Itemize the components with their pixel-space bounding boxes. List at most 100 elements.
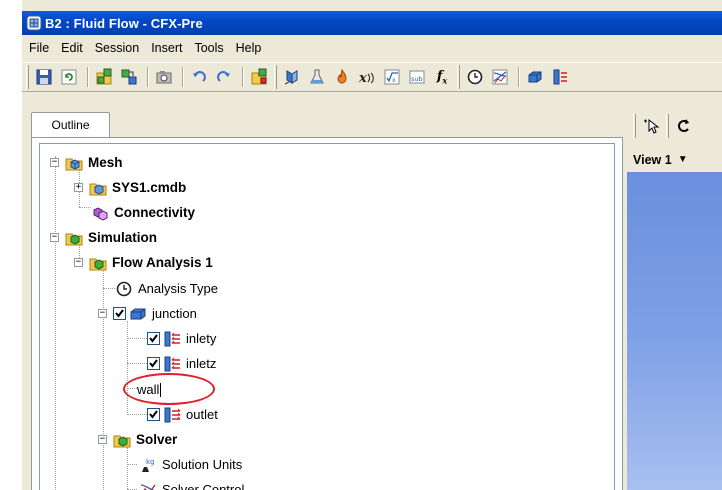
material-icon[interactable]: [306, 66, 328, 88]
menu-help[interactable]: Help: [236, 41, 262, 55]
visibility-checkbox[interactable]: [147, 408, 160, 421]
function-icon[interactable]: fx: [431, 66, 453, 88]
tree-connector: [55, 156, 56, 490]
tree-connector: [127, 414, 147, 415]
toolbar-grip[interactable]: [457, 65, 460, 89]
menu-insert[interactable]: Insert: [151, 41, 182, 55]
tree-label: inletz: [186, 356, 217, 371]
tree-item-outlet[interactable]: outlet: [147, 402, 218, 427]
viewer-tab[interactable]: View 1 ▼: [627, 147, 722, 172]
toolbar-separator: [147, 67, 149, 87]
tree-item-sys1-cmdb[interactable]: + SYS1.cmdb: [74, 175, 186, 200]
reaction-icon[interactable]: [331, 66, 353, 88]
tab-strip: Outline: [22, 100, 632, 140]
user-routine-icon[interactable]: sub: [406, 66, 428, 88]
tree-connector: [103, 266, 104, 490]
menu-tools[interactable]: Tools: [194, 41, 223, 55]
toolbar-grip[interactable]: [274, 65, 277, 89]
collapse-toggle[interactable]: −: [98, 309, 107, 318]
tree-item-mesh[interactable]: − Mesh: [50, 150, 123, 175]
mesh-icon: [89, 183, 107, 195]
tree-item-inletz[interactable]: inletz: [147, 351, 216, 376]
inlet-boundary-icon: [164, 331, 180, 346]
tree-connector: [127, 338, 147, 339]
tree-connector: [103, 288, 115, 289]
solver-icon[interactable]: [489, 66, 511, 88]
tree-connector: [127, 321, 128, 415]
outline-tree: − Mesh + SYS1.cmdb Connectivity − Simula…: [39, 143, 615, 490]
box-icon[interactable]: [524, 66, 546, 88]
toolbar-grip[interactable]: [633, 113, 636, 138]
tree-item-solver-control[interactable]: Solver Control: [139, 477, 244, 490]
tree-connector: [127, 464, 137, 465]
additional-variable-icon[interactable]: x: [356, 66, 378, 88]
main-toolbar: x x sub fx: [22, 62, 722, 92]
collapse-toggle[interactable]: −: [50, 158, 59, 167]
collapse-toggle[interactable]: −: [98, 435, 107, 444]
tree-label: SYS1.cmdb: [112, 180, 187, 195]
menu-edit[interactable]: Edit: [61, 41, 83, 55]
camera-icon[interactable]: [153, 66, 175, 88]
simulation-icon: [65, 233, 83, 245]
tree-item-connectivity[interactable]: Connectivity: [91, 200, 195, 225]
tree-label: Mesh: [88, 155, 123, 170]
window-title: B2 : Fluid Flow - CFX-Pre: [45, 15, 203, 31]
svg-text:x: x: [392, 77, 396, 84]
select-pointer-icon[interactable]: [640, 115, 662, 137]
collapse-toggle[interactable]: −: [50, 233, 59, 242]
view-label: View 1: [633, 152, 672, 167]
boundary-icon[interactable]: [549, 66, 571, 88]
mesh-import-icon[interactable]: [93, 66, 115, 88]
tree-item-junction[interactable]: − junction: [98, 301, 197, 326]
collapse-toggle[interactable]: −: [74, 258, 83, 267]
app-icon: [26, 15, 42, 31]
tree-label: Connectivity: [114, 205, 196, 220]
tree-label: junction: [152, 306, 197, 321]
new-icon[interactable]: [248, 66, 270, 88]
visibility-checkbox[interactable]: [147, 332, 160, 345]
expression-icon[interactable]: x: [381, 66, 403, 88]
connectivity-icon: [93, 206, 108, 221]
chevron-down-icon[interactable]: ▼: [678, 154, 688, 165]
tree-item-inlety[interactable]: inlety: [147, 326, 216, 351]
tree-item-solution-units[interactable]: kg Solution Units: [139, 452, 242, 477]
tab-outline[interactable]: Outline: [31, 112, 110, 137]
tree-item-solver[interactable]: − Solver: [98, 427, 177, 452]
undo-icon[interactable]: [188, 66, 210, 88]
visibility-checkbox[interactable]: [147, 357, 160, 370]
tree-label: Flow Analysis 1: [112, 255, 213, 270]
solver-control-icon: [140, 483, 156, 490]
mesh-transform-icon[interactable]: [118, 66, 140, 88]
domain-icon[interactable]: [281, 66, 303, 88]
svg-text:x: x: [358, 71, 367, 86]
visibility-checkbox[interactable]: [113, 307, 126, 320]
expand-toggle[interactable]: +: [74, 183, 83, 192]
inlet-boundary-icon: [164, 356, 180, 371]
menu-session[interactable]: Session: [95, 41, 139, 55]
tree-label: outlet: [186, 407, 218, 422]
solver-folder-icon: [113, 435, 131, 447]
cfx-pre-window: B2 : Fluid Flow - CFX-Pre File Edit Sess…: [22, 0, 722, 490]
tree-label: Solver Control: [162, 482, 245, 490]
toolbar-grip[interactable]: [26, 65, 29, 89]
tree-item-analysis-type[interactable]: Analysis Type: [115, 276, 218, 301]
redo-icon[interactable]: [213, 66, 235, 88]
toolbar-grip[interactable]: [666, 113, 669, 138]
rotate-icon[interactable]: [673, 115, 695, 137]
annotation-circle: [123, 373, 215, 405]
tree-label: inlety: [186, 331, 217, 346]
clock-icon: [116, 281, 132, 296]
tree-connector: [127, 363, 147, 364]
tree-item-flow-analysis[interactable]: − Flow Analysis 1: [74, 250, 213, 275]
menu-file[interactable]: File: [29, 41, 49, 55]
clock-icon[interactable]: [464, 66, 486, 88]
tree-item-simulation[interactable]: − Simulation: [50, 225, 157, 250]
save-icon[interactable]: [33, 66, 55, 88]
refresh-icon[interactable]: [58, 66, 80, 88]
tree-connector: [79, 207, 91, 208]
toolbar-separator: [518, 67, 520, 87]
3d-viewport[interactable]: [627, 172, 722, 490]
units-icon: kg: [142, 458, 155, 472]
tree-label: Simulation: [88, 230, 158, 245]
outlet-boundary-icon: [164, 407, 181, 422]
